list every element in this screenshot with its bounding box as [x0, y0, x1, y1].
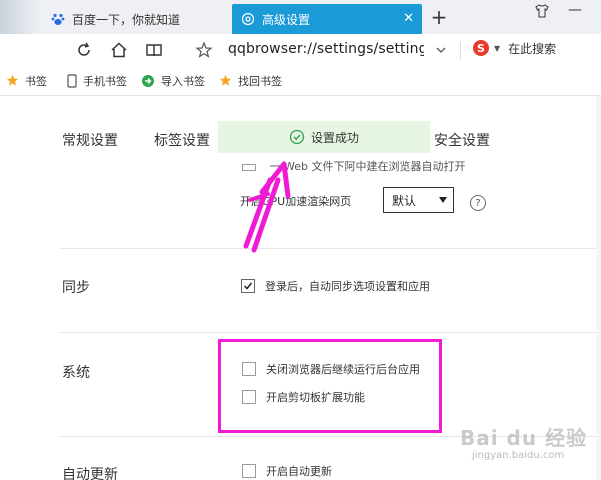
tab-security-settings[interactable]: 安全设置 — [434, 130, 490, 150]
option-label: 登录后，自动同步选项设置和应用 — [265, 280, 430, 293]
annotation-arrow — [243, 161, 291, 253]
section-title-system: 系统 — [62, 365, 90, 381]
help-icon[interactable]: ? — [470, 195, 486, 211]
tab-bookmark-settings[interactable]: 标签设置 — [154, 130, 210, 150]
shirt-skin-icon[interactable] — [532, 4, 552, 22]
toast-message: 设置成功 — [310, 130, 359, 145]
home-icon[interactable] — [107, 38, 131, 62]
sync-option-row[interactable]: 登录后，自动同步选项设置和应用 — [241, 278, 430, 294]
checkmark-icon — [243, 282, 253, 290]
bookmark-item[interactable]: 手机书签 — [67, 73, 127, 89]
success-toast: 设置成功 — [218, 121, 430, 153]
tab-strip: 百度一下，你就知道 高级设置 ✕ + — — [0, 0, 601, 34]
section-title-update: 自动更新 — [62, 467, 118, 480]
baidu-paw-icon — [50, 11, 66, 27]
chevron-down-icon[interactable] — [429, 38, 453, 62]
chevron-down-icon — [439, 197, 447, 203]
tab-baidu[interactable]: 百度一下，你就知道 — [46, 4, 224, 34]
divider — [60, 248, 601, 249]
gpu-select[interactable]: 默认 — [383, 187, 454, 213]
svg-text:S: S — [477, 42, 485, 55]
favorite-star-icon[interactable] — [192, 38, 216, 62]
toolbar: qqbrowser://settings/setting S ▼ 在此搜索 — [0, 34, 601, 66]
new-tab-icon[interactable]: + — [428, 5, 450, 29]
search-box[interactable]: S ▼ 在此搜索 — [472, 39, 556, 57]
chevron-down-icon: ▼ — [494, 43, 501, 53]
bookmark-label: 书签 — [25, 74, 47, 88]
phone-icon — [67, 73, 77, 88]
minimize-icon[interactable]: — — [565, 2, 585, 18]
tab-label: 百度一下，你就知道 — [72, 12, 181, 27]
tab-label: 高级设置 — [262, 12, 311, 27]
divider — [60, 332, 601, 333]
toolbar-separator — [460, 42, 461, 60]
bookmark-label: 找回书签 — [238, 74, 282, 88]
section-title-sync: 同步 — [62, 280, 90, 296]
bookmark-label: 手机书签 — [83, 74, 127, 88]
bookmark-item[interactable]: 书签 — [6, 73, 47, 89]
update-option-row[interactable]: 开启自动更新 — [242, 463, 332, 479]
baidu-watermark: Bai du 经验 — [460, 426, 588, 450]
address-bar[interactable]: qqbrowser://settings/setting — [228, 41, 424, 57]
import-icon — [141, 74, 155, 88]
window-edge — [0, 0, 40, 34]
refresh-icon[interactable] — [72, 38, 96, 62]
search-placeholder: 在此搜索 — [508, 41, 557, 56]
watermark-url: jingyan.baidu.com — [472, 450, 565, 461]
reading-book-icon[interactable] — [142, 38, 166, 62]
bookmarks-bar: 书签 手机书签 导入书签 找回书签 — [0, 66, 601, 96]
tab-general-settings[interactable]: 常规设置 — [62, 130, 118, 150]
sogou-search-icon: S — [472, 39, 490, 57]
select-value: 默认 — [392, 193, 417, 208]
bookmark-item[interactable]: 找回书签 — [219, 73, 282, 89]
tab-advanced-settings[interactable]: 高级设置 ✕ — [232, 4, 422, 34]
settings-gear-icon — [240, 11, 256, 27]
bookmark-item[interactable]: 导入书签 — [141, 73, 205, 89]
close-tab-icon[interactable]: ✕ — [403, 11, 414, 26]
annotation-highlight-box — [218, 339, 442, 433]
star-icon — [6, 74, 19, 87]
star-icon — [219, 74, 232, 87]
scrollbar[interactable] — [596, 96, 601, 480]
bookmark-label: 导入书签 — [161, 74, 205, 88]
check-circle-icon — [289, 129, 305, 145]
option-label: 开启自动更新 — [266, 465, 332, 478]
sync-checkbox[interactable] — [241, 279, 255, 293]
auto-update-checkbox[interactable] — [242, 464, 256, 478]
